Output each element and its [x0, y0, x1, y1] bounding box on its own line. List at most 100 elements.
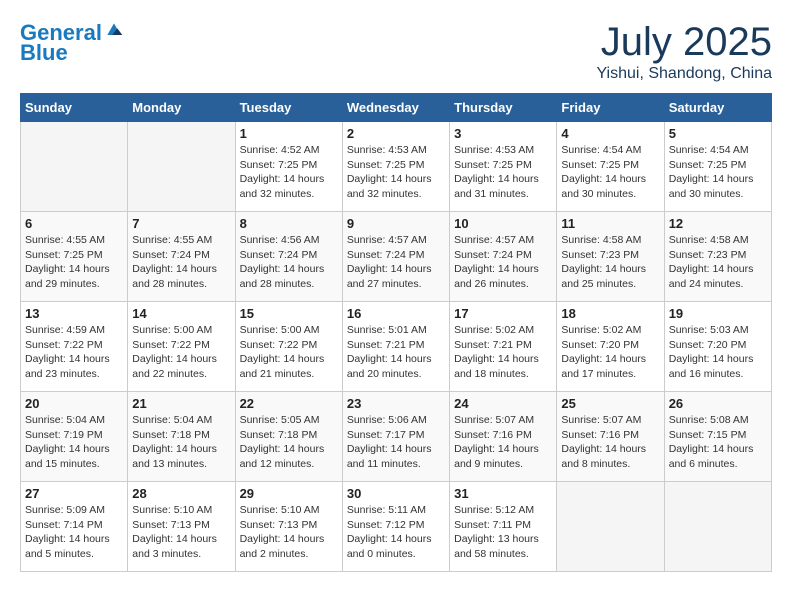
day-number: 15: [240, 306, 338, 321]
day-info: Sunrise: 4:53 AM Sunset: 7:25 PM Dayligh…: [347, 143, 445, 202]
day-number: 28: [132, 486, 230, 501]
day-number: 4: [561, 126, 659, 141]
calendar-cell: 29 Sunrise: 5:10 AM Sunset: 7:13 PM Dayli…: [235, 482, 342, 572]
calendar-cell: 17Sunrise: 5:02 AM Sunset: 7:21 PM Dayli…: [450, 302, 557, 392]
calendar-cell: 1 Sunrise: 4:52 AM Sunset: 7:25 PM Daylig…: [235, 122, 342, 212]
calendar-cell: 12Sunrise: 4:58 AM Sunset: 7:23 PM Dayli…: [664, 212, 771, 302]
day-number: 21: [132, 396, 230, 411]
day-number: 8: [240, 216, 338, 231]
day-number: 3: [454, 126, 552, 141]
day-info: Sunrise: 4:58 AM Sunset: 7:23 PM Dayligh…: [561, 233, 659, 292]
day-info: Sunrise: 4:59 AM Sunset: 7:22 PM Dayligh…: [25, 323, 123, 382]
calendar-cell: 3 Sunrise: 4:53 AM Sunset: 7:25 PM Daylig…: [450, 122, 557, 212]
calendar-cell: [21, 122, 128, 212]
day-info: Sunrise: 4:54 AM Sunset: 7:25 PM Dayligh…: [561, 143, 659, 202]
calendar-cell: 27Sunrise: 5:09 AM Sunset: 7:14 PM Dayli…: [21, 482, 128, 572]
day-info: Sunrise: 5:10 AM Sunset: 7:13 PM Dayligh…: [240, 503, 338, 562]
day-number: 14: [132, 306, 230, 321]
calendar-cell: 10 Sunrise: 4:57 AM Sunset: 7:24 PM Dayli…: [450, 212, 557, 302]
day-info: Sunrise: 5:03 AM Sunset: 7:20 PM Dayligh…: [669, 323, 767, 382]
calendar-cell: 18Sunrise: 5:02 AM Sunset: 7:20 PM Dayli…: [557, 302, 664, 392]
day-info: Sunrise: 4:55 AM Sunset: 7:24 PM Dayligh…: [132, 233, 230, 292]
calendar-week-row: 27Sunrise: 5:09 AM Sunset: 7:14 PM Dayli…: [21, 482, 772, 572]
location-subtitle: Yishui, Shandong, China: [596, 65, 772, 83]
calendar-week-row: 6 Sunrise: 4:55 AM Sunset: 7:25 PM Daylig…: [21, 212, 772, 302]
day-number: 25: [561, 396, 659, 411]
calendar-cell: [128, 122, 235, 212]
calendar-week-row: 20 Sunrise: 5:04 AM Sunset: 7:19 PM Dayli…: [21, 392, 772, 482]
day-number: 12: [669, 216, 767, 231]
day-number: 10: [454, 216, 552, 231]
day-number: 6: [25, 216, 123, 231]
day-info: Sunrise: 5:10 AM Sunset: 7:13 PM Dayligh…: [132, 503, 230, 562]
day-number: 31: [454, 486, 552, 501]
calendar-cell: 7 Sunrise: 4:55 AM Sunset: 7:24 PM Daylig…: [128, 212, 235, 302]
day-info: Sunrise: 5:07 AM Sunset: 7:16 PM Dayligh…: [454, 413, 552, 472]
calendar-cell: [664, 482, 771, 572]
day-info: Sunrise: 4:54 AM Sunset: 7:25 PM Dayligh…: [669, 143, 767, 202]
day-info: Sunrise: 4:57 AM Sunset: 7:24 PM Dayligh…: [454, 233, 552, 292]
month-title: July 2025: [596, 20, 772, 65]
day-number: 20: [25, 396, 123, 411]
day-info: Sunrise: 5:09 AM Sunset: 7:14 PM Dayligh…: [25, 503, 123, 562]
day-info: Sunrise: 5:12 AM Sunset: 7:11 PM Dayligh…: [454, 503, 552, 562]
calendar-cell: [557, 482, 664, 572]
calendar-cell: 26 Sunrise: 5:08 AM Sunset: 7:15 PM Dayli…: [664, 392, 771, 482]
day-number: 29: [240, 486, 338, 501]
calendar-cell: 15Sunrise: 5:00 AM Sunset: 7:22 PM Dayli…: [235, 302, 342, 392]
day-number: 5: [669, 126, 767, 141]
weekday-header: Monday: [128, 94, 235, 122]
day-info: Sunrise: 5:06 AM Sunset: 7:17 PM Dayligh…: [347, 413, 445, 472]
day-number: 26: [669, 396, 767, 411]
calendar-cell: 2 Sunrise: 4:53 AM Sunset: 7:25 PM Daylig…: [342, 122, 449, 212]
page-header: General Blue July 2025 Yishui, Shandong,…: [20, 20, 772, 83]
day-number: 24: [454, 396, 552, 411]
calendar-cell: 23Sunrise: 5:06 AM Sunset: 7:17 PM Dayli…: [342, 392, 449, 482]
day-number: 30: [347, 486, 445, 501]
logo: General Blue: [20, 20, 124, 65]
title-block: July 2025 Yishui, Shandong, China: [596, 20, 772, 83]
calendar-cell: 9Sunrise: 4:57 AM Sunset: 7:24 PM Daylig…: [342, 212, 449, 302]
day-info: Sunrise: 5:02 AM Sunset: 7:21 PM Dayligh…: [454, 323, 552, 382]
day-number: 22: [240, 396, 338, 411]
weekday-header: Tuesday: [235, 94, 342, 122]
day-number: 1: [240, 126, 338, 141]
calendar-week-row: 1 Sunrise: 4:52 AM Sunset: 7:25 PM Daylig…: [21, 122, 772, 212]
calendar-cell: 6 Sunrise: 4:55 AM Sunset: 7:25 PM Daylig…: [21, 212, 128, 302]
calendar-cell: 8 Sunrise: 4:56 AM Sunset: 7:24 PM Daylig…: [235, 212, 342, 302]
calendar-cell: 21 Sunrise: 5:04 AM Sunset: 7:18 PM Dayli…: [128, 392, 235, 482]
day-number: 2: [347, 126, 445, 141]
weekday-header: Sunday: [21, 94, 128, 122]
calendar-cell: 24 Sunrise: 5:07 AM Sunset: 7:16 PM Dayli…: [450, 392, 557, 482]
calendar-cell: 28 Sunrise: 5:10 AM Sunset: 7:13 PM Dayli…: [128, 482, 235, 572]
day-info: Sunrise: 4:56 AM Sunset: 7:24 PM Dayligh…: [240, 233, 338, 292]
calendar-cell: 22 Sunrise: 5:05 AM Sunset: 7:18 PM Dayli…: [235, 392, 342, 482]
day-number: 16: [347, 306, 445, 321]
day-number: 19: [669, 306, 767, 321]
day-info: Sunrise: 4:52 AM Sunset: 7:25 PM Dayligh…: [240, 143, 338, 202]
weekday-header: Wednesday: [342, 94, 449, 122]
calendar-cell: 19 Sunrise: 5:03 AM Sunset: 7:20 PM Dayli…: [664, 302, 771, 392]
day-info: Sunrise: 4:53 AM Sunset: 7:25 PM Dayligh…: [454, 143, 552, 202]
day-info: Sunrise: 5:08 AM Sunset: 7:15 PM Dayligh…: [669, 413, 767, 472]
day-number: 7: [132, 216, 230, 231]
day-info: Sunrise: 5:00 AM Sunset: 7:22 PM Dayligh…: [132, 323, 230, 382]
day-info: Sunrise: 5:04 AM Sunset: 7:18 PM Dayligh…: [132, 413, 230, 472]
weekday-header: Thursday: [450, 94, 557, 122]
calendar-header-row: SundayMondayTuesdayWednesdayThursdayFrid…: [21, 94, 772, 122]
calendar-cell: 4 Sunrise: 4:54 AM Sunset: 7:25 PM Daylig…: [557, 122, 664, 212]
day-number: 11: [561, 216, 659, 231]
weekday-header: Friday: [557, 94, 664, 122]
calendar-week-row: 13Sunrise: 4:59 AM Sunset: 7:22 PM Dayli…: [21, 302, 772, 392]
calendar-cell: 16Sunrise: 5:01 AM Sunset: 7:21 PM Dayli…: [342, 302, 449, 392]
calendar-cell: 30 Sunrise: 5:11 AM Sunset: 7:12 PM Dayli…: [342, 482, 449, 572]
day-info: Sunrise: 5:02 AM Sunset: 7:20 PM Dayligh…: [561, 323, 659, 382]
calendar-cell: 14 Sunrise: 5:00 AM Sunset: 7:22 PM Dayli…: [128, 302, 235, 392]
calendar-cell: 11 Sunrise: 4:58 AM Sunset: 7:23 PM Dayli…: [557, 212, 664, 302]
calendar-cell: 20 Sunrise: 5:04 AM Sunset: 7:19 PM Dayli…: [21, 392, 128, 482]
day-info: Sunrise: 5:11 AM Sunset: 7:12 PM Dayligh…: [347, 503, 445, 562]
day-info: Sunrise: 4:55 AM Sunset: 7:25 PM Dayligh…: [25, 233, 123, 292]
day-info: Sunrise: 5:04 AM Sunset: 7:19 PM Dayligh…: [25, 413, 123, 472]
day-info: Sunrise: 5:05 AM Sunset: 7:18 PM Dayligh…: [240, 413, 338, 472]
day-info: Sunrise: 5:07 AM Sunset: 7:16 PM Dayligh…: [561, 413, 659, 472]
